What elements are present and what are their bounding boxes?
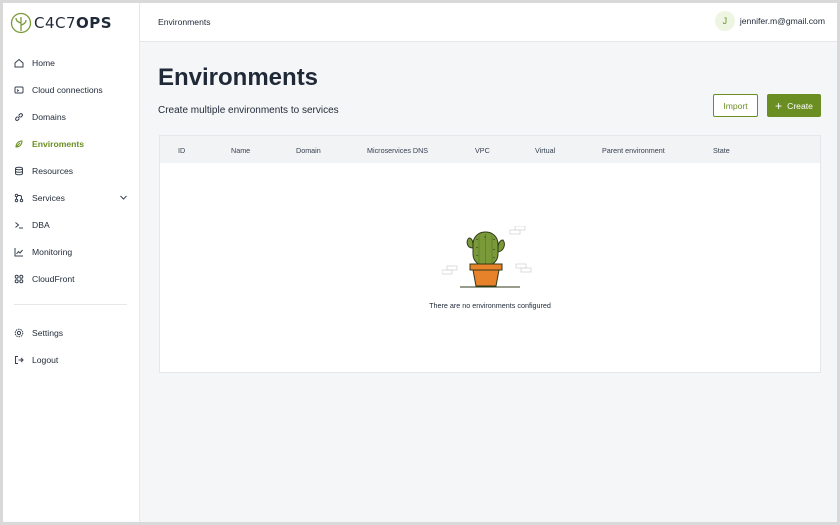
column-header-name[interactable]: Name — [231, 146, 250, 155]
cloud-connections-icon — [14, 85, 24, 95]
sidebar-item-resources[interactable]: Resources — [3, 157, 140, 184]
column-header-domain[interactable]: Domain — [296, 146, 321, 155]
column-header-microservices-dns[interactable]: Microservices DNS — [367, 146, 428, 155]
gear-icon — [14, 328, 24, 338]
sidebar-item-settings[interactable]: Settings — [3, 319, 140, 346]
top-bar: Environments J jennifer.m@gmail.com — [140, 3, 837, 42]
logo-icon — [10, 12, 32, 34]
import-button-label: Import — [723, 100, 748, 111]
sidebar-item-monitoring[interactable]: Monitoring — [3, 238, 140, 265]
sidebar-item-environments[interactable]: Enviroments — [3, 130, 140, 157]
create-button[interactable]: + Create — [767, 94, 821, 117]
cactus-illustration — [442, 226, 532, 288]
environments-table: ID Name Domain Microservices DNS VPC Vir… — [159, 135, 821, 373]
sidebar-item-label: Cloud connections — [32, 84, 103, 95]
sidebar-item-label: Monitoring — [32, 246, 73, 257]
sidebar-item-logout[interactable]: Logout — [3, 346, 140, 373]
sidebar-divider — [14, 304, 127, 305]
empty-message: There are no environments configured — [429, 301, 551, 310]
home-icon — [14, 58, 24, 68]
sidebar-item-cloud-connections[interactable]: Cloud connections — [3, 76, 140, 103]
grid-icon — [14, 274, 24, 284]
sidebar: C4C7OPS Home Cloud connections Domains E… — [3, 3, 140, 522]
breadcrumb: Environments — [158, 17, 211, 27]
page-title: Environments — [158, 64, 319, 91]
sidebar-bottom-nav: Settings Logout — [3, 319, 140, 373]
link-icon — [14, 112, 24, 122]
sidebar-item-domains[interactable]: Domains — [3, 103, 140, 130]
brand-logo[interactable]: C4C7OPS — [10, 10, 112, 36]
table-header: ID Name Domain Microservices DNS VPC Vir… — [160, 136, 820, 163]
plus-icon: + — [775, 98, 783, 113]
chart-icon — [14, 247, 24, 257]
sidebar-item-label: Resources — [32, 165, 74, 176]
sidebar-item-label: DBA — [32, 219, 50, 230]
user-menu[interactable]: J jennifer.m@gmail.com — [714, 11, 825, 31]
column-header-parent-environment[interactable]: Parent environment — [602, 146, 665, 155]
column-header-virtual[interactable]: Virtual — [535, 146, 555, 155]
sidebar-item-label: CloudFront — [32, 273, 75, 284]
database-icon — [14, 166, 24, 176]
sidebar-item-label: Logout — [32, 354, 59, 365]
sidebar-item-label: Settings — [32, 327, 64, 338]
services-icon — [14, 193, 24, 203]
sidebar-item-home[interactable]: Home — [3, 49, 140, 76]
sidebar-item-label: Domains — [32, 111, 66, 122]
sidebar-nav: Home Cloud connections Domains Enviromen… — [3, 49, 140, 292]
sidebar-item-dba[interactable]: DBA — [3, 211, 140, 238]
user-email: jennifer.m@gmail.com — [739, 16, 825, 26]
chevron-down-icon[interactable] — [119, 193, 128, 202]
empty-state: There are no environments configured — [160, 226, 820, 316]
column-header-state[interactable]: State — [713, 146, 730, 155]
logout-icon — [14, 355, 24, 365]
avatar[interactable]: J — [714, 11, 735, 31]
page-subtitle: Create multiple environments to services — [158, 105, 339, 116]
sidebar-item-label: Home — [32, 57, 55, 68]
import-button[interactable]: Import — [713, 94, 758, 117]
sidebar-item-label: Services — [32, 192, 65, 203]
create-button-label: Create — [787, 100, 813, 111]
sidebar-item-cloudfront[interactable]: CloudFront — [3, 265, 140, 292]
app-window: C4C7OPS Home Cloud connections Domains E… — [3, 3, 837, 522]
logo-text: C4C7OPS — [34, 14, 113, 32]
terminal-icon — [14, 220, 24, 230]
sidebar-item-label: Enviroments — [32, 138, 85, 149]
environments-icon — [14, 139, 24, 149]
sidebar-item-services[interactable]: Services — [3, 184, 140, 211]
column-header-vpc[interactable]: VPC — [475, 146, 490, 155]
column-header-id[interactable]: ID — [178, 146, 185, 155]
